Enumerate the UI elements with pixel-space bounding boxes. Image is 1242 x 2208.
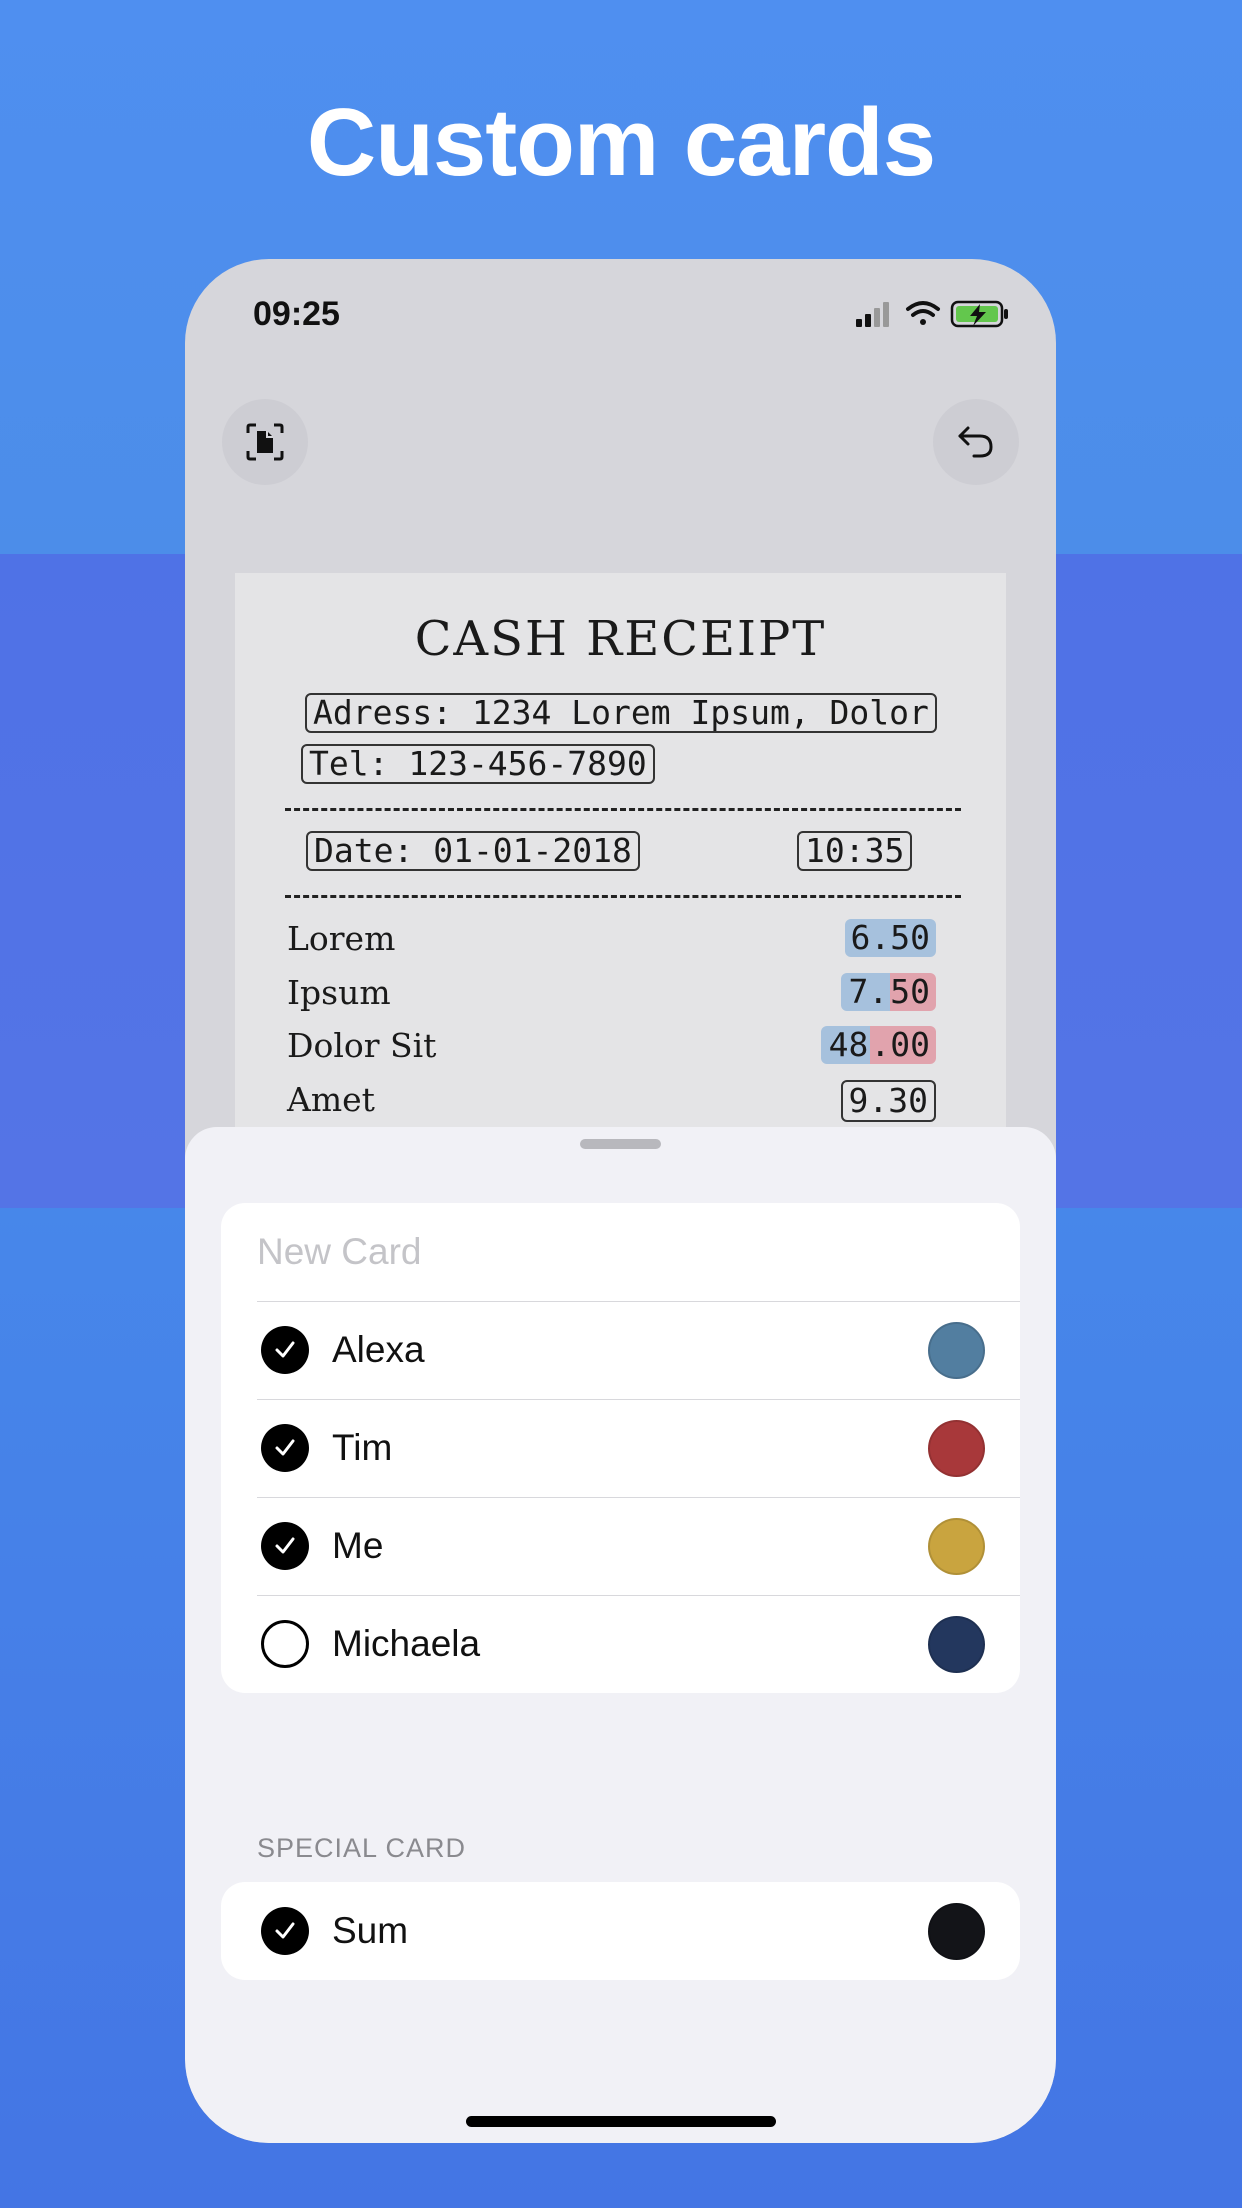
wifi-icon [906, 301, 940, 325]
receipt-title: CASH RECEIPT [414, 611, 827, 667]
checkmark-icon[interactable] [261, 1326, 309, 1374]
receipt-item-name: Amet [287, 1080, 375, 1119]
receipt-item-price[interactable]: 48.00 [820, 1026, 936, 1064]
card-label: Tim [332, 1427, 393, 1468]
receipt-address[interactable]: Adress: 1234 Lorem Ipsum, Dolor [305, 693, 937, 733]
card-color-swatch[interactable] [928, 1321, 985, 1379]
sheet-grabber[interactable] [580, 1139, 661, 1149]
receipt-divider [285, 808, 961, 811]
home-indicator[interactable] [466, 2116, 776, 2127]
cards-sheet: New Card Alexa Tim Me Michaela SPECIAL C… [185, 1127, 1056, 2143]
special-card-list: Sum [221, 1882, 1020, 1980]
receipt-item-price[interactable]: 7.50 [840, 973, 936, 1011]
receipt-divider [285, 895, 961, 898]
receipt-item-name: Dolor Sit [287, 1026, 437, 1065]
special-card-header: SPECIAL CARD [257, 1833, 467, 1863]
battery-charging-icon [950, 300, 1008, 328]
new-card-input[interactable]: New Card [257, 1231, 422, 1273]
checkmark-icon[interactable] [261, 1907, 309, 1955]
receipt-item-name: Lorem [287, 919, 396, 958]
card-label: Alexa [332, 1329, 425, 1370]
scan-document-button[interactable] [222, 399, 308, 485]
card-color-swatch[interactable] [928, 1615, 985, 1673]
empty-circle-icon[interactable] [261, 1620, 309, 1668]
receipt-item-price[interactable]: 9.30 [840, 1080, 936, 1122]
undo-button[interactable] [933, 399, 1019, 485]
card-row-sum[interactable]: Sum [221, 1882, 1020, 1980]
card-row-tim[interactable]: Tim [221, 1399, 1020, 1497]
headline: Custom cards [306, 89, 936, 196]
receipt-item-price[interactable]: 6.50 [844, 919, 936, 957]
status-time: 09:25 [253, 295, 340, 333]
checkmark-icon[interactable] [261, 1424, 309, 1472]
card-label: Me [332, 1525, 384, 1566]
status-icons [856, 300, 1008, 328]
card-color-swatch[interactable] [928, 1517, 985, 1575]
document-scan-icon [246, 423, 284, 461]
undo-icon [958, 426, 993, 458]
receipt-date[interactable]: Date: 01-01-2018 [306, 831, 640, 871]
card-color-swatch[interactable] [928, 1902, 985, 1960]
card-row-me[interactable]: Me [221, 1497, 1020, 1595]
cards-list: New Card Alexa Tim Me Michaela [221, 1203, 1020, 1693]
new-card-row[interactable]: New Card [221, 1203, 1020, 1301]
checkmark-icon[interactable] [261, 1522, 309, 1570]
card-row-michaela[interactable]: Michaela [221, 1595, 1020, 1693]
receipt-item-name: Ipsum [287, 973, 391, 1012]
status-bar: 09:25 [185, 259, 1056, 369]
card-label: Sum [332, 1910, 409, 1951]
phone-frame: 09:25 CASH RECEIPT Adress: 1234 Lorem Ip… [185, 259, 1056, 2143]
receipt-tel[interactable]: Tel: 123-456-7890 [301, 744, 655, 784]
card-color-swatch[interactable] [928, 1419, 985, 1477]
card-row-alexa[interactable]: Alexa [221, 1301, 1020, 1399]
card-label: Michaela [332, 1623, 481, 1664]
receipt-time[interactable]: 10:35 [797, 831, 913, 871]
signal-icon [856, 302, 889, 327]
